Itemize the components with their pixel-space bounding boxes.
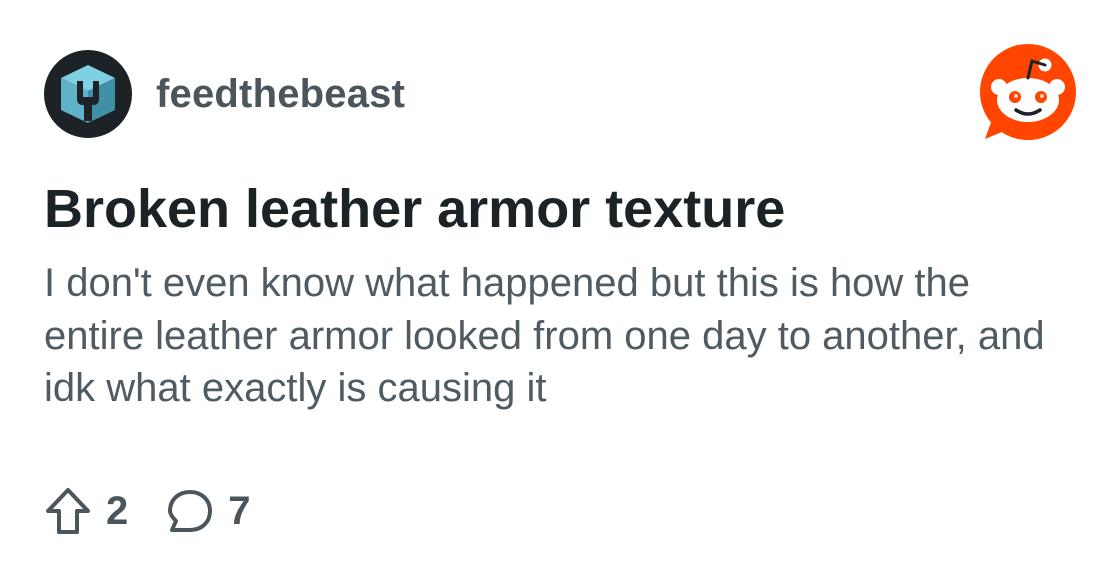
comment-bubble-icon	[168, 490, 213, 532]
post-card: feedthebeast Broken leather armor textur…	[0, 0, 1120, 584]
upvote-arrow-icon	[46, 488, 90, 534]
comments-button[interactable]: 7	[166, 487, 251, 535]
upvote-count: 2	[106, 488, 129, 533]
post-title[interactable]: Broken leather armor texture	[44, 174, 785, 244]
subreddit-avatar[interactable]	[44, 50, 132, 138]
upvote-button[interactable]: 2	[44, 486, 128, 536]
ftb-logo-icon	[61, 65, 115, 123]
post-body: I don't even know what happened but this…	[44, 261, 1045, 410]
post-actions: 2 7	[44, 484, 251, 538]
reddit-snoo-icon[interactable]	[979, 43, 1077, 141]
post-header: feedthebeast	[44, 50, 405, 138]
subreddit-name[interactable]: feedthebeast	[156, 72, 405, 117]
comment-count: 7	[228, 488, 251, 533]
